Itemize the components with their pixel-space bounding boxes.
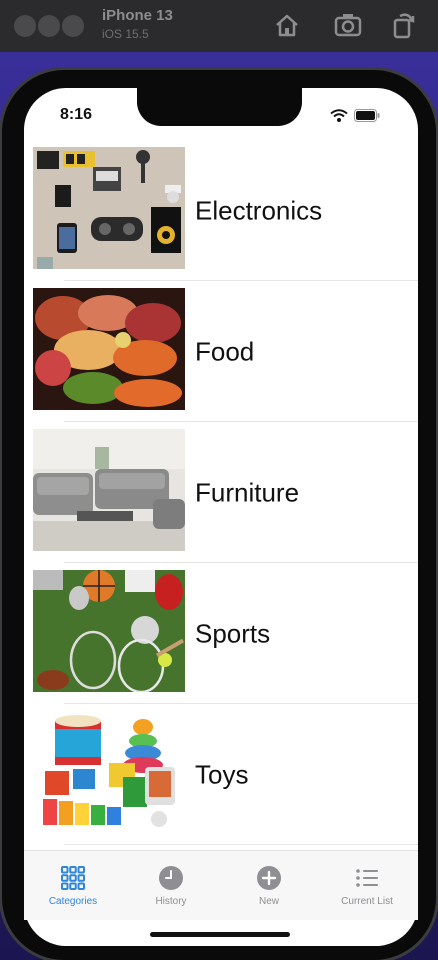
home-indicator	[150, 932, 290, 937]
category-label: Furniture	[195, 477, 300, 507]
grid-icon	[61, 866, 85, 890]
simulator-os-version: iOS 15.5	[102, 27, 149, 41]
simulator-title-bar: iPhone 13 iOS 15.5	[0, 0, 438, 52]
list-item[interactable]: Food	[24, 281, 418, 422]
rotate-button[interactable]	[386, 8, 420, 42]
status-time: 8:16	[60, 106, 93, 123]
tab-label: New	[258, 896, 279, 907]
category-label: Food	[195, 336, 255, 366]
minimize-window-button[interactable]	[38, 15, 60, 37]
status-icons	[330, 108, 380, 122]
zoom-window-button[interactable]	[62, 15, 84, 37]
furniture-photo	[33, 429, 185, 551]
tab-new[interactable]: New	[220, 865, 318, 907]
screenshot-button[interactable]	[331, 8, 365, 42]
toys-photo	[33, 711, 185, 833]
camera-icon	[334, 14, 362, 37]
tab-current-list[interactable]: Current List	[318, 865, 416, 907]
list-item[interactable]: Electronics	[24, 140, 418, 281]
row-divider	[64, 844, 418, 845]
battery-icon	[354, 108, 380, 122]
tab-label: Current List	[341, 896, 393, 907]
electronics-photo	[33, 147, 185, 269]
clock-icon	[159, 866, 183, 890]
category-label: Toys	[195, 759, 249, 789]
list-item[interactable]: Furniture	[24, 422, 418, 563]
tab-history[interactable]: History	[122, 865, 220, 907]
tab-label: History	[155, 896, 187, 907]
list-item[interactable]: Toys	[24, 704, 418, 845]
food-photo	[33, 288, 185, 410]
list-icon	[356, 869, 378, 887]
tab-label: Categories	[48, 896, 98, 907]
category-label: Electronics	[195, 195, 323, 225]
close-window-button[interactable]	[14, 15, 36, 37]
home-button[interactable]	[270, 8, 304, 42]
sports-photo	[33, 570, 185, 692]
phone-notch	[137, 88, 302, 126]
tab-categories[interactable]: Categories	[24, 865, 122, 907]
category-label: Sports	[195, 618, 271, 648]
home-icon	[276, 14, 298, 37]
tab-bar: Categories History New Current List	[24, 850, 418, 920]
rotate-icon	[393, 13, 415, 39]
plus-circle-icon	[257, 866, 281, 890]
simulator-device-name: iPhone 13	[102, 7, 173, 24]
wifi-icon	[330, 108, 348, 122]
list-item[interactable]: Sports	[24, 563, 418, 704]
